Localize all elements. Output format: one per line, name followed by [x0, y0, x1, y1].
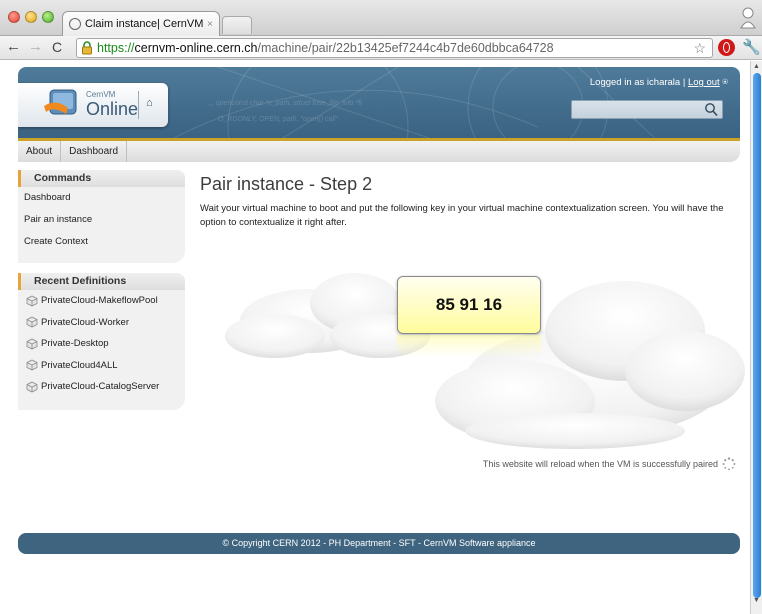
- cube-icon: [26, 338, 38, 350]
- tab-title: Claim instance| CernVM Onli: [85, 18, 204, 30]
- url-host: cernvm-online.cern.ch: [134, 41, 258, 55]
- site-logo[interactable]: CernVM Online ⌂: [18, 83, 168, 127]
- home-icon[interactable]: ⌂: [146, 97, 153, 109]
- scrollbar-thumb[interactable]: [753, 73, 761, 598]
- zoom-window-button[interactable]: [42, 11, 54, 23]
- recent-definition-item[interactable]: PrivateCloud-MakeflowPool: [18, 290, 185, 312]
- page-title: Pair instance - Step 2: [200, 174, 373, 194]
- logout-link[interactable]: Log out: [688, 77, 720, 88]
- cube-icon: [26, 316, 38, 328]
- site-header: .., openconst char *c_path, struct fuse_…: [18, 67, 740, 141]
- reload-notice: This website will reload when the VM is …: [482, 459, 718, 469]
- back-button[interactable]: ←: [6, 39, 21, 55]
- wrench-icon[interactable]: 🔧: [742, 38, 761, 56]
- svg-text:.., openconst char *c_path, st: .., openconst char *c_path, struct fuse_…: [208, 100, 362, 107]
- recent-definition-label: PrivateCloud4ALL: [41, 359, 118, 371]
- cube-icon: [26, 381, 38, 393]
- logo-small-text: CernVM: [86, 90, 116, 99]
- command-dashboard[interactable]: Dashboard: [18, 187, 185, 209]
- command-pair-instance[interactable]: Pair an instance: [18, 209, 185, 231]
- reload-button[interactable]: C: [52, 39, 62, 55]
- top-navigation: About Dashboard: [18, 141, 740, 162]
- opera-icon[interactable]: [718, 39, 735, 56]
- svg-text:O_RDONLY, OPEN, path, "open(): O_RDONLY, OPEN, path, "open() call": [218, 116, 339, 123]
- cube-icon: [26, 359, 38, 371]
- recent-definition-item[interactable]: Private-Desktop: [18, 333, 185, 355]
- page-viewport: .., openconst char *c_path, struct fuse_…: [0, 61, 750, 614]
- logged-in-text: Logged in as icharala |: [589, 77, 686, 88]
- nav-dashboard[interactable]: Dashboard: [61, 141, 128, 162]
- cernvm-logo-icon: [44, 89, 77, 115]
- commands-panel: Commands Dashboard Pair an instance Crea…: [18, 170, 185, 263]
- recent-definition-item[interactable]: PrivateCloud4ALL: [18, 355, 185, 377]
- profile-icon[interactable]: [740, 6, 756, 30]
- new-tab-button[interactable]: [222, 16, 252, 34]
- instructions-text: Wait your virtual machine to boot and pu…: [200, 203, 724, 228]
- browser-titlebar: Claim instance| CernVM Onli ×: [0, 0, 762, 36]
- login-status: Logged in as icharala | Log out ⍟: [590, 77, 728, 88]
- close-window-button[interactable]: [8, 11, 20, 23]
- forward-button[interactable]: →: [28, 39, 43, 55]
- recent-definition-item[interactable]: PrivateCloud-Worker: [18, 312, 185, 334]
- search-input[interactable]: [571, 100, 723, 119]
- url-path: /machine/pair/22b13425ef7244c4b7de60dbbc…: [257, 41, 554, 55]
- pairing-key-display: 85 91 16: [397, 276, 541, 334]
- minimize-window-button[interactable]: [25, 11, 37, 23]
- address-bar[interactable]: https://cernvm-online.cern.ch/machine/pa…: [76, 38, 713, 58]
- globe-icon: [69, 18, 81, 30]
- recent-definition-label: PrivateCloud-Worker: [41, 316, 129, 328]
- logo-divider: [138, 91, 139, 119]
- star-icon[interactable]: ☆: [693, 40, 706, 57]
- recent-definition-label: PrivateCloud-CatalogServer: [41, 381, 160, 393]
- commands-heading: Commands: [18, 170, 185, 187]
- recent-definition-label: Private-Desktop: [41, 338, 109, 350]
- browser-toolbar: ← → C https://cernvm-online.cern.ch/mach…: [0, 36, 762, 60]
- logout-icon: ⍟: [722, 77, 728, 88]
- pairing-key-reflection: [397, 335, 541, 357]
- recent-definition-item[interactable]: PrivateCloud-CatalogServer: [18, 376, 185, 398]
- recent-definitions-panel: Recent Definitions PrivateCloud-Makeflow…: [18, 273, 185, 410]
- browser-tab[interactable]: Claim instance| CernVM Onli ×: [62, 11, 220, 36]
- cube-icon: [26, 295, 38, 307]
- url-scheme: https://: [97, 41, 135, 55]
- command-create-context[interactable]: Create Context: [18, 231, 185, 253]
- scroll-up-icon[interactable]: ▲: [753, 63, 760, 70]
- scroll-down-icon[interactable]: ▼: [753, 597, 760, 604]
- tab-close-icon[interactable]: ×: [207, 19, 213, 30]
- site-footer: © Copyright CERN 2012 - PH Department - …: [18, 533, 740, 554]
- lock-icon: [82, 41, 92, 55]
- recent-definitions-heading: Recent Definitions: [18, 273, 185, 290]
- loading-spinner-icon: [722, 457, 736, 471]
- vertical-scrollbar[interactable]: ▲ ▼: [750, 61, 762, 614]
- nav-about[interactable]: About: [18, 141, 62, 162]
- recent-definition-label: PrivateCloud-MakeflowPool: [41, 295, 158, 307]
- search-icon[interactable]: [704, 102, 718, 117]
- logo-big-text: Online: [86, 99, 139, 119]
